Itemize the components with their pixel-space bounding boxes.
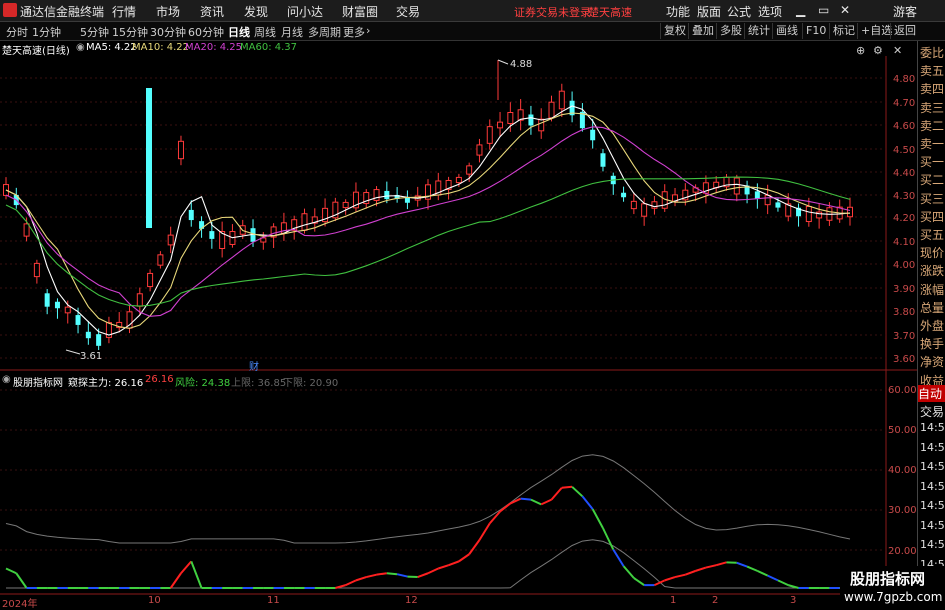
quote-label: 卖三	[920, 99, 944, 116]
quote-label: 卖五	[920, 62, 944, 79]
quote-label: 买四	[920, 208, 944, 225]
x-axis-label: 1	[670, 595, 676, 606]
quote-label: 现价	[920, 244, 944, 261]
indicator-tick: 50.00	[888, 425, 917, 436]
pin-icon[interactable]: ⊕	[856, 44, 865, 57]
price-tick: 4.80	[893, 74, 915, 85]
watermark-title: 股朋指标网	[850, 568, 925, 589]
tick-time: 14:56	[920, 460, 945, 473]
price-tick: 3.70	[893, 331, 915, 342]
quote-label: 换手	[920, 335, 944, 352]
price-tick: 4.20	[893, 213, 915, 224]
price-tick: 4.60	[893, 121, 915, 132]
quote-label: 总量	[920, 299, 944, 316]
quote-label: 涨跌	[920, 262, 944, 279]
indicator-tick: 20.00	[888, 546, 917, 557]
ma10-legend: MA10: 4.22	[132, 42, 189, 53]
price-tick: 3.60	[893, 354, 915, 365]
price-tick: 4.30	[893, 191, 915, 202]
quote-label: 卖四	[920, 80, 944, 97]
finance-marker[interactable]: 财	[249, 358, 259, 373]
low-price-label: 3.61	[80, 351, 102, 362]
tick-time: 14:56	[920, 480, 945, 493]
price-tick: 4.70	[893, 98, 915, 109]
main-force-legend: 窥探主力: 26.16	[68, 374, 143, 389]
auto-mode-button[interactable]: 自动	[918, 385, 945, 402]
tick-time: 14:56	[920, 441, 945, 454]
quote-label: 买三	[920, 190, 944, 207]
main-force-value: 26.16	[145, 374, 174, 385]
price-tick: 3.90	[893, 284, 915, 295]
quote-side-panel: 委比卖五卖四卖三卖二卖一买一买二买三买四买五现价涨跌涨幅总量外盘换手净资收益 自…	[917, 41, 945, 609]
risk-legend: 风险: 24.38	[175, 374, 230, 389]
x-axis-label: 11	[267, 595, 280, 606]
trade-button[interactable]: 交易	[920, 403, 944, 420]
ma60-legend: MA60: 4.37	[240, 42, 297, 53]
price-tick: 4.10	[893, 237, 915, 248]
watermark: 股朋指标网 www.7gpzb.com	[840, 566, 945, 609]
indicator-tick: 60.00	[888, 385, 917, 396]
lower-limit-legend: 下限: 20.90	[283, 374, 338, 389]
collapse-icon[interactable]: ✕	[893, 44, 902, 57]
x-axis-label: 2024年	[2, 595, 37, 610]
quote-label: 外盘	[920, 317, 944, 334]
quote-label: 委比	[920, 44, 944, 61]
indicator-tick: 30.00	[888, 505, 917, 516]
chart-settings-icon[interactable]: ⚙	[873, 44, 883, 57]
tick-time: 14:56	[920, 421, 945, 434]
tick-time: 14:56	[920, 519, 945, 532]
x-axis-label: 3	[790, 595, 796, 606]
ma5-legend: MA5: 4.22	[86, 42, 137, 53]
quote-label: 净资	[920, 353, 944, 370]
quote-label: 卖一	[920, 135, 944, 152]
chart-title: 楚天高速(日线)	[2, 42, 70, 57]
price-tick: 4.50	[893, 145, 915, 156]
ma20-legend: MA20: 4.25	[185, 42, 242, 53]
watermark-url: www.7gpzb.com	[844, 590, 942, 604]
price-tick: 4.40	[893, 168, 915, 179]
settings-icon[interactable]: ◉	[76, 42, 85, 53]
x-axis-label: 12	[405, 595, 418, 606]
indicator-tick: 40.00	[888, 465, 917, 476]
quote-label: 涨幅	[920, 281, 944, 298]
x-axis-label: 10	[148, 595, 161, 606]
upper-limit-legend: 上限: 36.85	[231, 374, 286, 389]
x-axis-label: 2	[712, 595, 718, 606]
kline-chart-canvas[interactable]	[0, 0, 945, 609]
price-tick: 3.80	[893, 307, 915, 318]
indicator-title: 股朋指标网	[13, 374, 63, 389]
tick-time: 14:56	[920, 538, 945, 551]
indicator-settings-icon[interactable]: ◉	[2, 374, 11, 385]
tick-time: 14:56	[920, 499, 945, 512]
quote-label: 买二	[920, 171, 944, 188]
quote-label: 买五	[920, 226, 944, 243]
quote-label: 买一	[920, 153, 944, 170]
high-price-label: 4.88	[510, 59, 532, 70]
price-tick: 4.00	[893, 260, 915, 271]
quote-label: 卖二	[920, 117, 944, 134]
